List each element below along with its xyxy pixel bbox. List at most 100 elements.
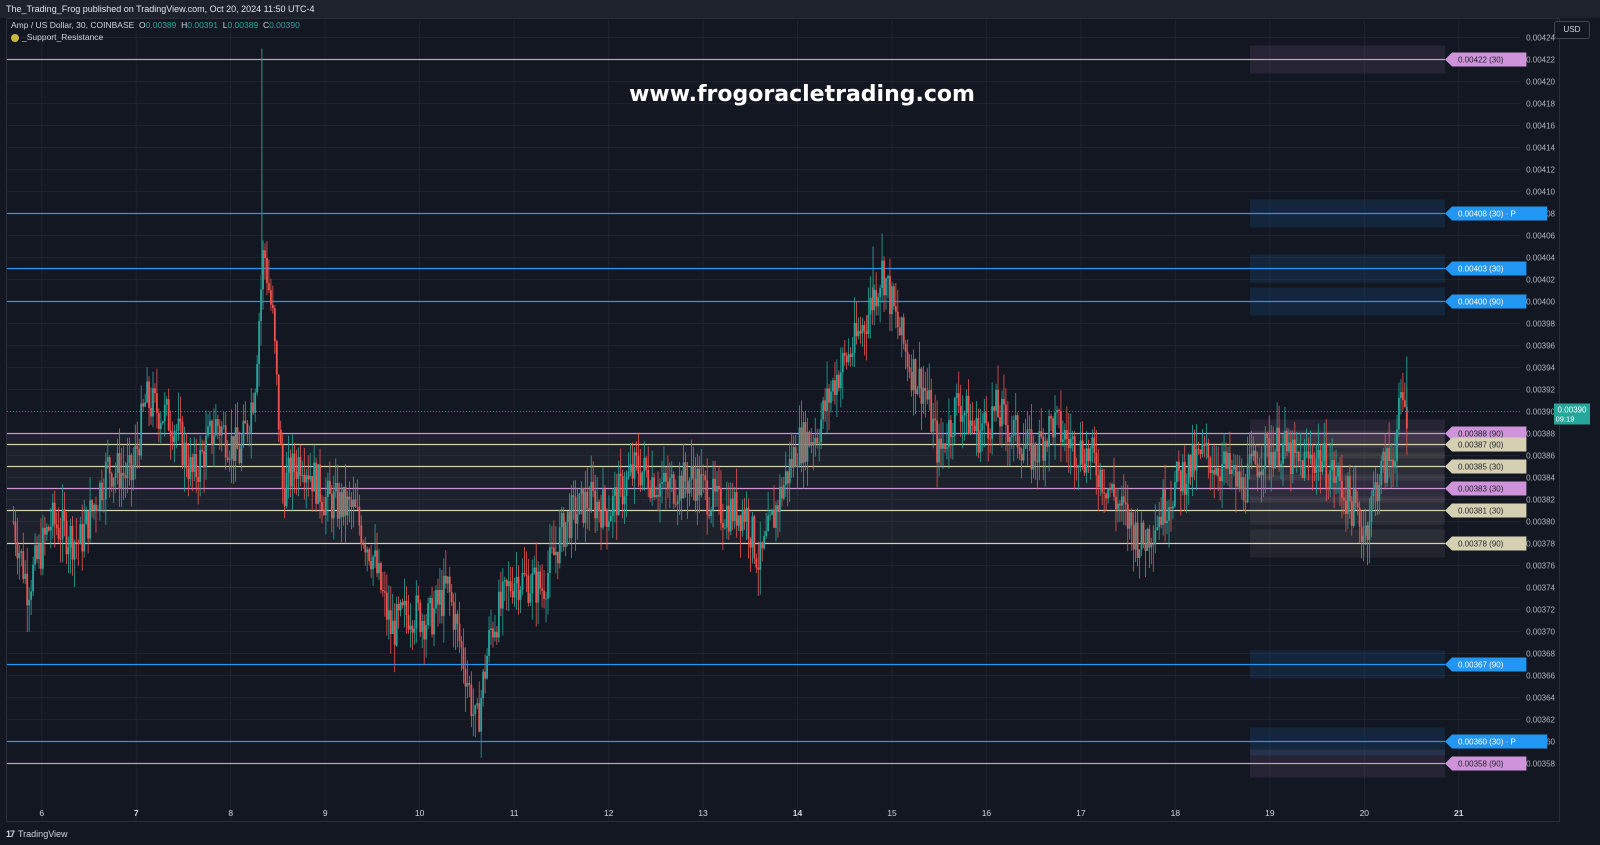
candle-body: [83, 523, 86, 552]
candle-body: [1394, 461, 1396, 468]
indicator-name[interactable]: _Support_Resistance: [22, 32, 103, 43]
candle: [152, 371, 154, 428]
candle-body: [102, 499, 105, 501]
candle: [879, 284, 882, 323]
candle-body: [136, 446, 139, 449]
candle-body: [336, 483, 339, 519]
candle-body: [786, 471, 789, 484]
candle: [148, 376, 150, 427]
candle: [236, 402, 239, 450]
current-price-countdown: 09:19: [1556, 415, 1575, 424]
candle-body: [1301, 460, 1304, 479]
candle-body: [1392, 459, 1394, 468]
candle-body: [967, 395, 970, 434]
candle-body: [403, 600, 406, 606]
candle-body: [529, 593, 532, 603]
candle: [397, 596, 400, 629]
candle: [490, 609, 492, 645]
price-tick-label: 0.00368: [1526, 650, 1555, 659]
tradingview-logo[interactable]: 17 TradingView: [6, 823, 68, 845]
candle-body: [828, 388, 830, 403]
candle: [505, 578, 508, 611]
candle-body: [1118, 503, 1121, 506]
candle-body: [1317, 449, 1320, 459]
candle: [529, 574, 532, 606]
candle-body: [234, 427, 237, 461]
candle-body: [173, 430, 176, 443]
candle: [32, 556, 34, 597]
candle: [262, 240, 264, 310]
candle: [87, 510, 90, 554]
candle: [480, 689, 483, 758]
candle: [161, 420, 164, 425]
candle: [898, 316, 901, 336]
candle: [749, 537, 752, 572]
candle-body: [637, 455, 640, 474]
candle-body: [1113, 484, 1115, 497]
candle-body: [97, 509, 99, 511]
candle-body: [289, 457, 292, 487]
candle-body: [1150, 544, 1153, 548]
candle-body: [326, 480, 329, 497]
candle: [444, 550, 447, 589]
candle-body: [1132, 525, 1135, 550]
candle-body: [1266, 433, 1269, 439]
price-tick-label: 0.00414: [1526, 144, 1555, 153]
candle-body: [835, 374, 838, 395]
candle-body: [1209, 457, 1212, 474]
currency-button[interactable]: USD: [1554, 21, 1590, 39]
candle-body: [537, 571, 540, 603]
candlestick-chart[interactable]: 0.004240.004220.004200.004180.004160.004…: [0, 0, 1600, 845]
candle: [1040, 408, 1043, 439]
candle-body: [1012, 419, 1015, 436]
candle-body: [747, 508, 750, 539]
candle-body: [847, 354, 850, 363]
candle-body: [352, 499, 355, 507]
candle: [1403, 382, 1406, 408]
candle-body: [269, 290, 272, 305]
candle: [873, 284, 876, 326]
candle: [222, 411, 225, 430]
candle-body: [594, 490, 597, 519]
candle-body: [1179, 470, 1182, 492]
candle-body: [543, 590, 545, 599]
candle: [527, 558, 530, 607]
candle-body: [301, 474, 304, 476]
candle-body: [885, 278, 887, 296]
candle-body: [745, 508, 748, 522]
candle-body: [69, 525, 72, 548]
candle-body: [89, 500, 91, 539]
candle-body: [1158, 516, 1161, 528]
price-axis: 0.004240.004220.004200.004180.004160.004…: [1526, 34, 1555, 769]
candle-body: [222, 425, 225, 427]
candle-body: [1181, 461, 1184, 492]
candle: [18, 545, 21, 580]
candle-body: [224, 425, 227, 458]
candle: [244, 401, 247, 424]
candle-body: [670, 474, 673, 478]
candle-body: [75, 542, 78, 543]
candle-body: [696, 468, 699, 501]
candle-body: [236, 427, 239, 449]
candle: [904, 339, 907, 370]
candle-body: [1001, 398, 1003, 427]
candle-body: [1020, 453, 1023, 461]
candle: [24, 560, 27, 584]
candle-body: [1146, 528, 1149, 551]
candle-body: [47, 527, 50, 531]
candle-body: [85, 511, 88, 524]
candle-body: [1374, 482, 1377, 490]
candle-body: [955, 393, 958, 398]
candle-body: [761, 542, 764, 549]
candle-body: [287, 457, 290, 473]
candle-body: [549, 547, 551, 573]
candle: [1146, 527, 1149, 551]
candle-body: [497, 591, 500, 638]
candle-body: [1272, 451, 1275, 469]
candle-body: [380, 563, 382, 591]
candle-body: [61, 509, 64, 539]
candle-body: [1297, 451, 1300, 461]
indicator-row[interactable]: _Support_Resistance: [11, 32, 300, 43]
candle-body: [181, 421, 184, 466]
candle: [433, 590, 435, 647]
